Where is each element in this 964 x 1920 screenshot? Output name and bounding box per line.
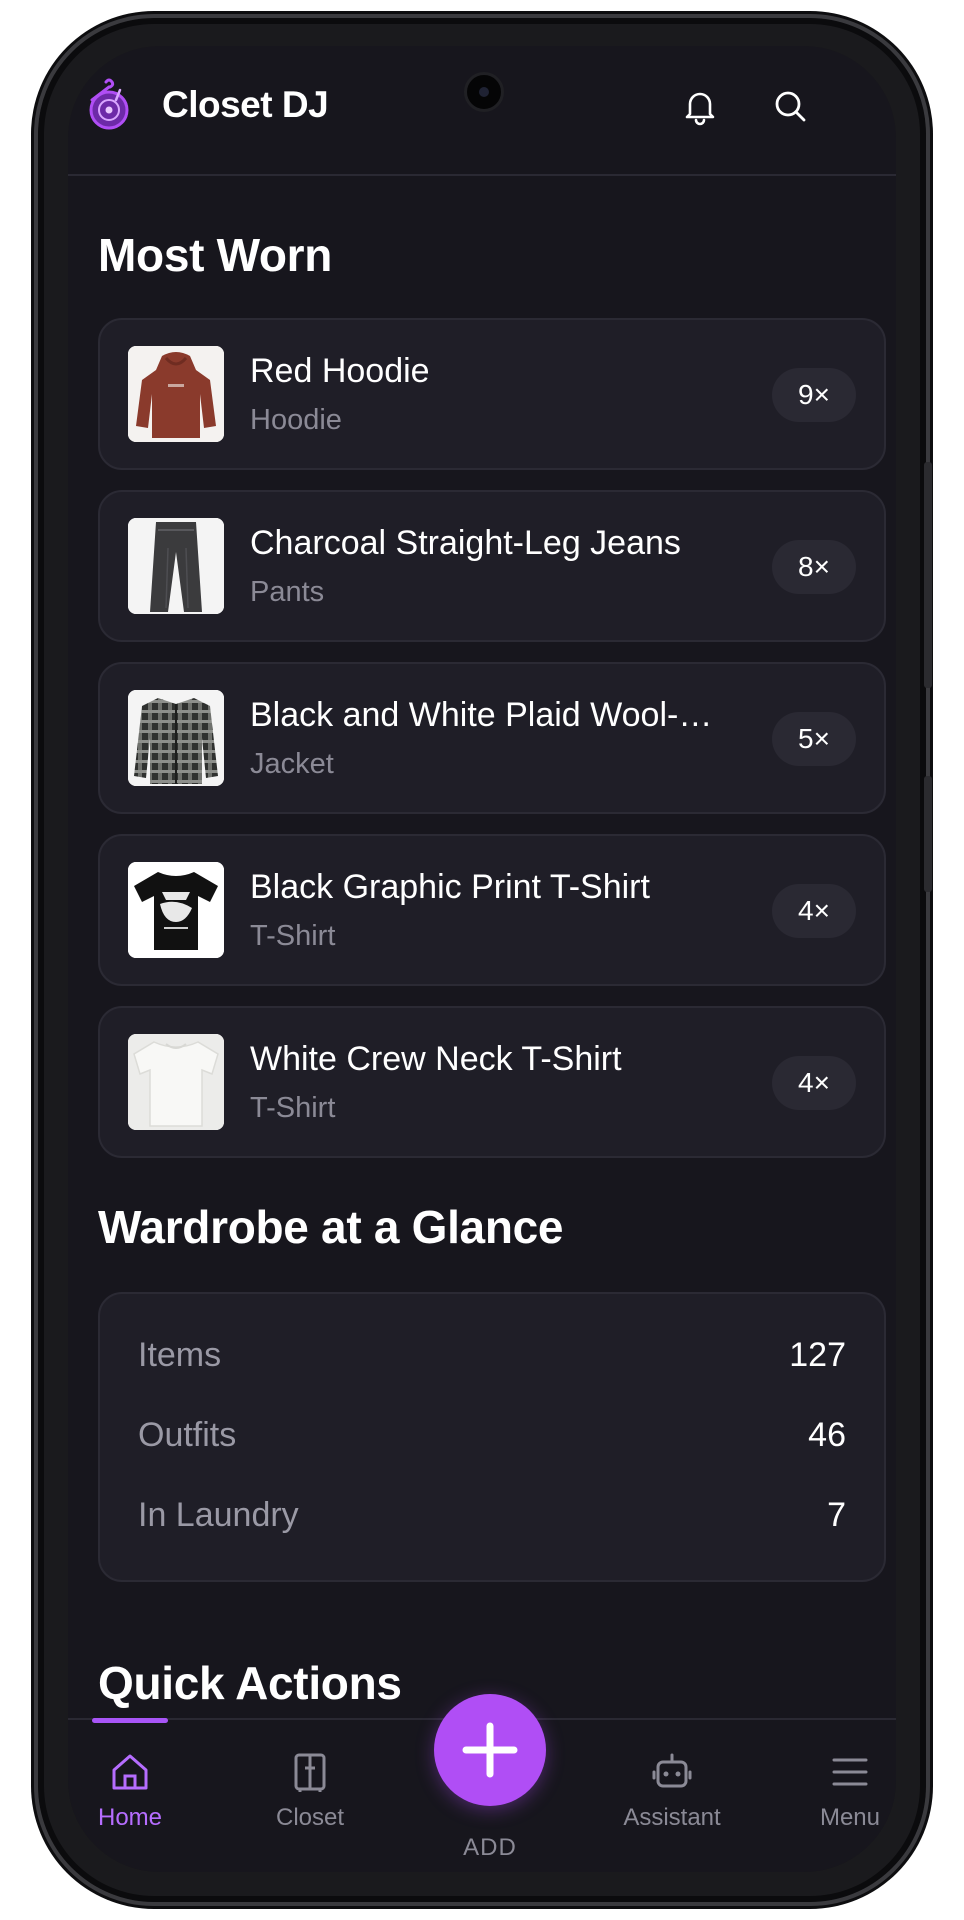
wardrobe-glance-title: Wardrobe at a Glance	[98, 1201, 564, 1253]
home-icon	[112, 1754, 148, 1790]
app-screen: Closet DJ Most Worn Red Hoodie Hoodie 9×	[68, 46, 896, 1872]
item-category: T-Shirt	[250, 1092, 336, 1124]
robot-icon	[652, 1753, 692, 1788]
add-button[interactable]	[434, 1694, 546, 1806]
white-tee-thumbnail	[128, 1034, 224, 1130]
most-worn-item[interactable]: Black and White Plaid Wool-… Jacket 5×	[98, 662, 886, 814]
wear-count-badge: 8×	[772, 540, 856, 594]
item-category: Pants	[250, 576, 325, 608]
nav-home[interactable]: Home	[70, 1750, 190, 1832]
stat-value: 127	[789, 1336, 846, 1374]
item-category: Jacket	[250, 748, 334, 780]
stat-label: Items	[138, 1336, 222, 1374]
header-divider	[68, 174, 896, 176]
add-label: ADD	[463, 1834, 517, 1861]
most-worn-title: Most Worn	[98, 229, 333, 281]
quick-actions-title: Quick Actions	[98, 1657, 402, 1709]
wear-count-badge: 4×	[772, 1056, 856, 1110]
black-graphic-tee-thumbnail	[128, 862, 224, 958]
nav-label: Home	[97, 1804, 163, 1831]
most-worn-item[interactable]: Charcoal Straight-Leg Jeans Pants 8×	[98, 490, 886, 642]
most-worn-item[interactable]: Black Graphic Print T-Shirt T-Shirt 4×	[98, 834, 886, 986]
item-name: Red Hoodie	[250, 352, 430, 390]
charcoal-jeans-thumbnail	[128, 518, 224, 614]
red-hoodie-thumbnail	[128, 346, 224, 442]
stat-value: 46	[808, 1416, 846, 1454]
item-category: T-Shirt	[250, 920, 336, 952]
menu-icon	[832, 1758, 868, 1786]
wear-count-badge: 9×	[772, 368, 856, 422]
plus-icon	[462, 1722, 518, 1778]
item-name: Black Graphic Print T-Shirt	[250, 868, 650, 906]
item-name: Black and White Plaid Wool-…	[250, 696, 713, 734]
volume-button	[924, 462, 932, 688]
wardrobe-stats-card: Items 127 Outfits 46 In Laundry 7	[98, 1292, 886, 1582]
nav-label: Assistant	[623, 1804, 721, 1831]
stat-label: Outfits	[138, 1416, 237, 1454]
wear-count-badge: 4×	[772, 884, 856, 938]
item-category: Hoodie	[250, 404, 342, 436]
nav-label: Closet	[275, 1804, 345, 1831]
nav-menu[interactable]: Menu	[790, 1750, 896, 1832]
app-logo-icon	[89, 78, 129, 130]
wear-count-badge: 5×	[772, 712, 856, 766]
app-header: Closet DJ	[68, 46, 896, 174]
stat-value: 7	[827, 1496, 846, 1534]
closet-icon	[294, 1753, 326, 1792]
bell-icon[interactable]	[680, 86, 720, 126]
item-name: Charcoal Straight-Leg Jeans	[250, 524, 681, 562]
active-tab-indicator	[92, 1718, 168, 1723]
app-title: Closet DJ	[162, 84, 329, 125]
nav-closet[interactable]: Closet	[250, 1750, 370, 1832]
front-camera	[464, 72, 504, 112]
nav-label: Menu	[819, 1804, 881, 1831]
plaid-jacket-thumbnail	[128, 690, 224, 786]
power-button	[924, 776, 932, 892]
item-name: White Crew Neck T-Shirt	[250, 1040, 622, 1078]
most-worn-item[interactable]: White Crew Neck T-Shirt T-Shirt 4×	[98, 1006, 886, 1158]
stat-label: In Laundry	[138, 1496, 299, 1534]
nav-assistant[interactable]: Assistant	[612, 1750, 732, 1832]
most-worn-item[interactable]: Red Hoodie Hoodie 9×	[98, 318, 886, 470]
search-icon[interactable]	[770, 86, 810, 126]
